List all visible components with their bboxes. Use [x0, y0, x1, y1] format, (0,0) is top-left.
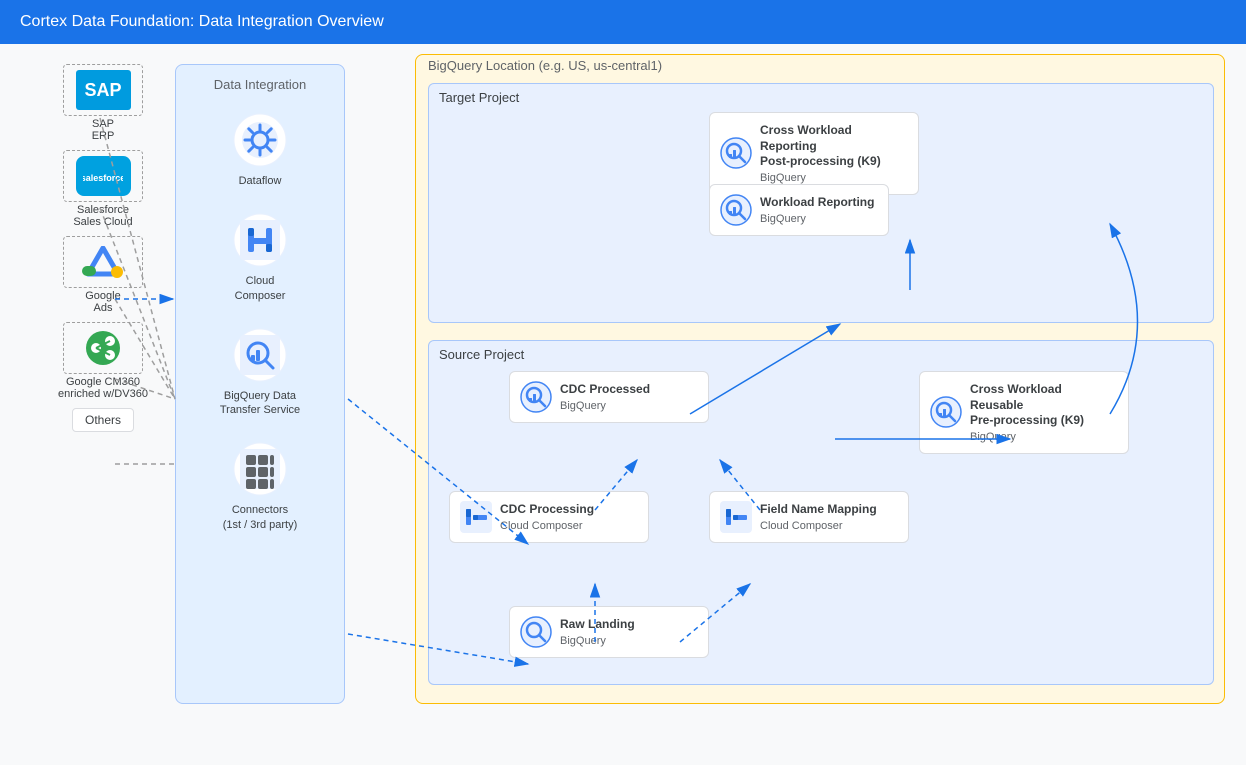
cdc-processed-node: CDC Processed BigQuery — [509, 371, 709, 423]
data-integration-panel: Data Integration — [175, 64, 345, 704]
raw-landing-title: Raw Landing — [560, 617, 696, 633]
raw-landing-node: Raw Landing BigQuery — [509, 606, 709, 658]
cross-workload-reusable-title: Cross Workload ReusablePre-processing (K… — [970, 382, 1116, 429]
di-item-bq-transfer: BigQuery Data Transfer Service — [220, 325, 300, 418]
source-project-container: Source Project CDC Processed BigQuery — [428, 340, 1214, 685]
di-item-dataflow: Dataflow — [230, 110, 290, 188]
field-name-mapping-icon — [720, 501, 752, 533]
di-item-connectors: Connectors (1st / 3rd party) — [223, 439, 298, 532]
cdc-processing-subtitle: Cloud Composer — [500, 520, 636, 532]
target-project-container: Target Project Cross Workload ReportingP… — [428, 83, 1214, 323]
app-header: Cortex Data Foundation: Data Integration… — [0, 0, 1246, 44]
cross-workload-reusable-node: Cross Workload ReusablePre-processing (K… — [919, 371, 1129, 454]
google-ads-label: Google Ads — [85, 290, 120, 314]
workload-reporting-node: Workload Reporting BigQuery — [709, 184, 889, 236]
cm360-icon — [84, 329, 122, 367]
field-name-mapping-subtitle: Cloud Composer — [760, 520, 896, 532]
cdc-processed-icon — [520, 381, 552, 413]
cdc-processing-node: CDC Processing Cloud Composer — [449, 491, 649, 543]
salesforce-logo-icon: salesforce — [76, 156, 131, 196]
cross-workload-reporting-icon — [720, 137, 752, 169]
source-item-sap: SAP SAP ERP — [18, 64, 188, 142]
target-project-label: Target Project — [439, 90, 519, 105]
raw-landing-subtitle: BigQuery — [560, 635, 696, 647]
bq-location-container: BigQuery Location (e.g. US, us-central1)… — [415, 54, 1225, 704]
bq-transfer-icon — [232, 327, 288, 383]
di-label-bq-transfer: BigQuery Data Transfer Service — [220, 389, 300, 418]
source-item-google-ads: Google Ads — [18, 236, 188, 314]
source-project-label: Source Project — [439, 347, 524, 362]
app-title: Cortex Data Foundation: Data Integration… — [20, 13, 384, 31]
main-content: SAP SAP ERP salesforce Salesforce Sales … — [0, 44, 1246, 721]
sap-logo-icon: SAP — [76, 70, 131, 110]
di-label-cloud-composer: Cloud Composer — [235, 274, 286, 303]
field-name-mapping-title: Field Name Mapping — [760, 502, 896, 518]
others-box: Others — [72, 408, 134, 432]
data-integration-title: Data Integration — [214, 77, 307, 92]
bq-location-label: BigQuery Location (e.g. US, us-central1) — [428, 54, 662, 77]
cross-workload-reporting-node: Cross Workload ReportingPost-processing … — [709, 112, 919, 195]
di-item-cloud-composer: Cloud Composer — [230, 210, 290, 303]
data-sources-panel: SAP SAP ERP salesforce Salesforce Sales … — [18, 64, 188, 444]
raw-landing-icon — [520, 616, 552, 648]
sap-label: SAP ERP — [92, 118, 115, 142]
di-label-dataflow: Dataflow — [239, 174, 282, 188]
svg-text:salesforce: salesforce — [83, 173, 123, 183]
cdc-processing-title: CDC Processing — [500, 502, 636, 518]
cloud-composer-icon — [232, 212, 288, 268]
cm360-label: Google CM360 enriched w/DV360 — [58, 376, 148, 400]
cdc-processed-title: CDC Processed — [560, 382, 696, 398]
source-item-salesforce: salesforce Salesforce Sales Cloud — [18, 150, 188, 228]
cdc-processed-subtitle: BigQuery — [560, 400, 696, 412]
workload-reporting-title: Workload Reporting — [760, 195, 876, 211]
connectors-icon — [232, 441, 288, 497]
field-name-mapping-node: Field Name Mapping Cloud Composer — [709, 491, 909, 543]
cross-workload-reusable-icon — [930, 396, 962, 428]
cross-workload-reporting-subtitle: BigQuery — [760, 172, 906, 184]
source-item-others: Others — [18, 408, 188, 432]
cross-workload-reporting-title: Cross Workload ReportingPost-processing … — [760, 123, 906, 170]
di-label-connectors: Connectors (1st / 3rd party) — [223, 503, 298, 532]
salesforce-label: Salesforce Sales Cloud — [73, 204, 132, 228]
dataflow-icon — [232, 112, 288, 168]
source-item-cm360: Google CM360 enriched w/DV360 — [18, 322, 188, 400]
cross-workload-reusable-subtitle: BigQuery — [970, 431, 1116, 443]
google-ads-icon — [82, 246, 124, 278]
workload-reporting-icon — [720, 194, 752, 226]
cdc-processing-icon — [460, 501, 492, 533]
workload-reporting-subtitle: BigQuery — [760, 213, 876, 225]
